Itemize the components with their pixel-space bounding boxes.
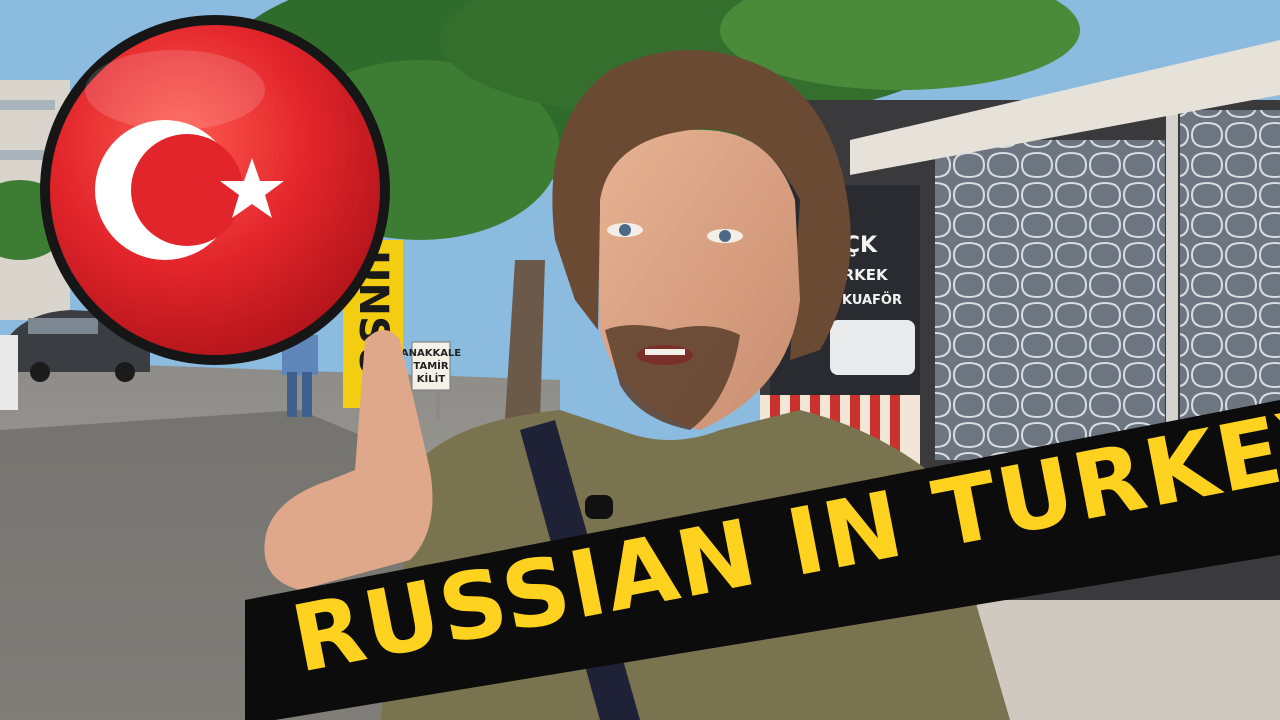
security-grille-left: [935, 140, 1165, 460]
thumbnail-scene: UNSU ANAKKALE TAMİR KİLİT SEÇK ERKEK KUA…: [0, 0, 1280, 720]
lapel-microphone: [585, 495, 613, 519]
svg-text:KİLİT: KİLİT: [417, 371, 446, 385]
svg-text:ANAKKALE: ANAKKALE: [401, 348, 461, 359]
svg-text:KUAFÖR: KUAFÖR: [842, 292, 902, 308]
svg-text:TAMİR: TAMİR: [413, 358, 448, 372]
crescent-inner: [131, 134, 243, 246]
turkey-flag-badge: [40, 15, 390, 365]
